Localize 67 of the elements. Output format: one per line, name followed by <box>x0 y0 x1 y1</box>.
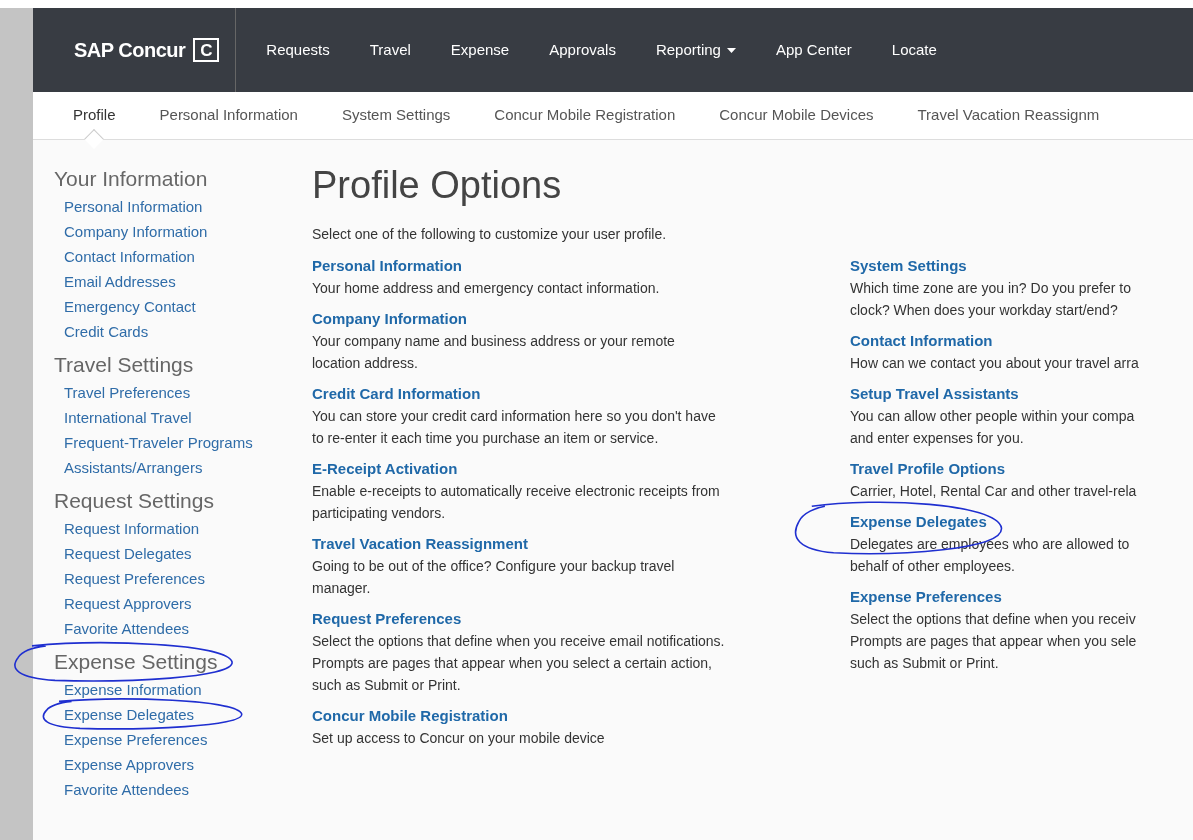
option-link[interactable]: Travel Profile Options <box>850 458 1006 480</box>
sidebar-heading: Request Settings <box>54 489 214 512</box>
option-link[interactable]: Credit Card Information <box>312 383 481 405</box>
sidebar-link[interactable]: Request Delegates <box>64 545 192 562</box>
option-link[interactable]: Contact Information <box>850 330 993 352</box>
nav-link[interactable]: Travel <box>363 38 417 62</box>
sidebar-link[interactable]: Emergency Contact <box>64 298 196 315</box>
nav-link[interactable]: App Center <box>769 38 858 62</box>
option-link[interactable]: Expense Preferences <box>850 586 1002 608</box>
sidebar-heading: Your Information <box>54 167 208 190</box>
option-link[interactable]: Setup Travel Assistants <box>850 383 1019 405</box>
sidebar-link[interactable]: Favorite Attendees <box>64 620 190 637</box>
sub-nav-tab[interactable]: System Settings <box>341 104 451 127</box>
sidebar-link[interactable]: Credit Cards <box>64 323 149 340</box>
sidebar-heading: Expense Settings <box>54 650 218 673</box>
option-link[interactable]: System Settings <box>850 255 967 277</box>
brand-logo-icon: C <box>193 38 220 62</box>
option-description: Carrier, Hotel, Rental Car and other travel-rela <box>850 482 1138 501</box>
sub-nav-tab[interactable]: Travel Vacation Reassignm <box>917 104 1100 127</box>
sidebar-link[interactable]: Company Information <box>64 223 208 240</box>
option-description: You can allow other people within your compa and enter expenses for you. <box>850 407 1136 448</box>
sidebar-link[interactable]: Favorite Attendees <box>64 781 190 798</box>
sidebar-link[interactable]: Request Approvers <box>64 595 192 612</box>
sub-nav-tab[interactable]: Personal Information <box>159 104 298 127</box>
sub-nav-tab[interactable]: Profile <box>73 104 116 127</box>
sidebar-link[interactable]: Personal Information <box>64 198 203 215</box>
option-description: Set up access to Concur on your mobile device <box>312 729 606 748</box>
sidebar-heading: Travel Settings <box>54 353 194 376</box>
nav-link[interactable]: Expense <box>444 38 516 62</box>
sub-nav-tab[interactable]: Concur Mobile Registration <box>494 104 676 127</box>
sidebar-link[interactable]: Expense Preferences <box>64 731 208 748</box>
sidebar-link[interactable]: Request Preferences <box>64 570 205 587</box>
sidebar-link[interactable]: Expense Information <box>64 681 202 698</box>
sidebar-link[interactable]: Expense Approvers <box>64 756 195 773</box>
nav-link[interactable]: Locate <box>885 38 943 62</box>
sub-nav-tab[interactable]: Concur Mobile Devices <box>719 104 874 127</box>
option-description: Your company name and business address or your remote location address. <box>312 332 676 373</box>
option-description: Enable e-receipts to automatically receive electronic receipts from participating vendors. <box>312 482 721 523</box>
sidebar-link[interactable]: Assistants/Arrangers <box>64 459 203 476</box>
intro-text: Select one of the following to customize your user profile. <box>312 225 668 244</box>
nav-link[interactable]: Approvals <box>543 38 622 62</box>
sidebar-link[interactable]: International Travel <box>64 409 192 426</box>
option-link[interactable]: Company Information <box>312 308 467 330</box>
sidebar-link[interactable]: Contact Information <box>64 248 195 265</box>
sidebar-link[interactable]: Request Information <box>64 520 200 537</box>
option-link[interactable]: Expense Delegates <box>850 511 987 533</box>
nav-link[interactable]: Reporting <box>649 38 742 62</box>
option-link[interactable]: Personal Information <box>312 255 463 277</box>
option-description: Which time zone are you in? Do you prefer to clock? When does your workday start/end? <box>850 279 1132 320</box>
sidebar-link[interactable]: Email Addresses <box>64 273 176 290</box>
nav-link[interactable]: Requests <box>260 38 336 62</box>
sidebar-link[interactable]: Travel Preferences <box>64 384 191 401</box>
sidebar-link[interactable]: Frequent-Traveler Programs <box>64 434 253 451</box>
option-description: How can we contact you about your travel arra <box>850 354 1140 373</box>
option-link[interactable]: E-Receipt Activation <box>312 458 458 480</box>
option-description: Select the options that define when you receive email notifications. Prompts are pages that appear when you select a certain action, such as Submit or Print. <box>312 632 726 695</box>
option-link[interactable]: Travel Vacation Reassignment <box>312 533 528 555</box>
brand-name: SAP Concur <box>74 38 186 63</box>
option-description: Going to be out of the office? Configure your backup travel manager. <box>312 557 676 598</box>
option-link[interactable]: Concur Mobile Registration <box>312 705 508 727</box>
option-description: Select the options that define when you receiv Prompts are pages that appear when you sele such as Submit or Print. <box>850 610 1138 673</box>
sidebar-link[interactable]: Expense Delegates <box>64 706 195 723</box>
caret-icon <box>726 47 736 53</box>
page-title: Profile Options <box>312 163 563 208</box>
option-link[interactable]: Request Preferences <box>312 608 462 630</box>
option-description: You can store your credit card information here so you don't have to re-enter it each time you purchase an item or service. <box>312 407 717 448</box>
option-description: Your home address and emergency contact information. <box>312 279 661 298</box>
